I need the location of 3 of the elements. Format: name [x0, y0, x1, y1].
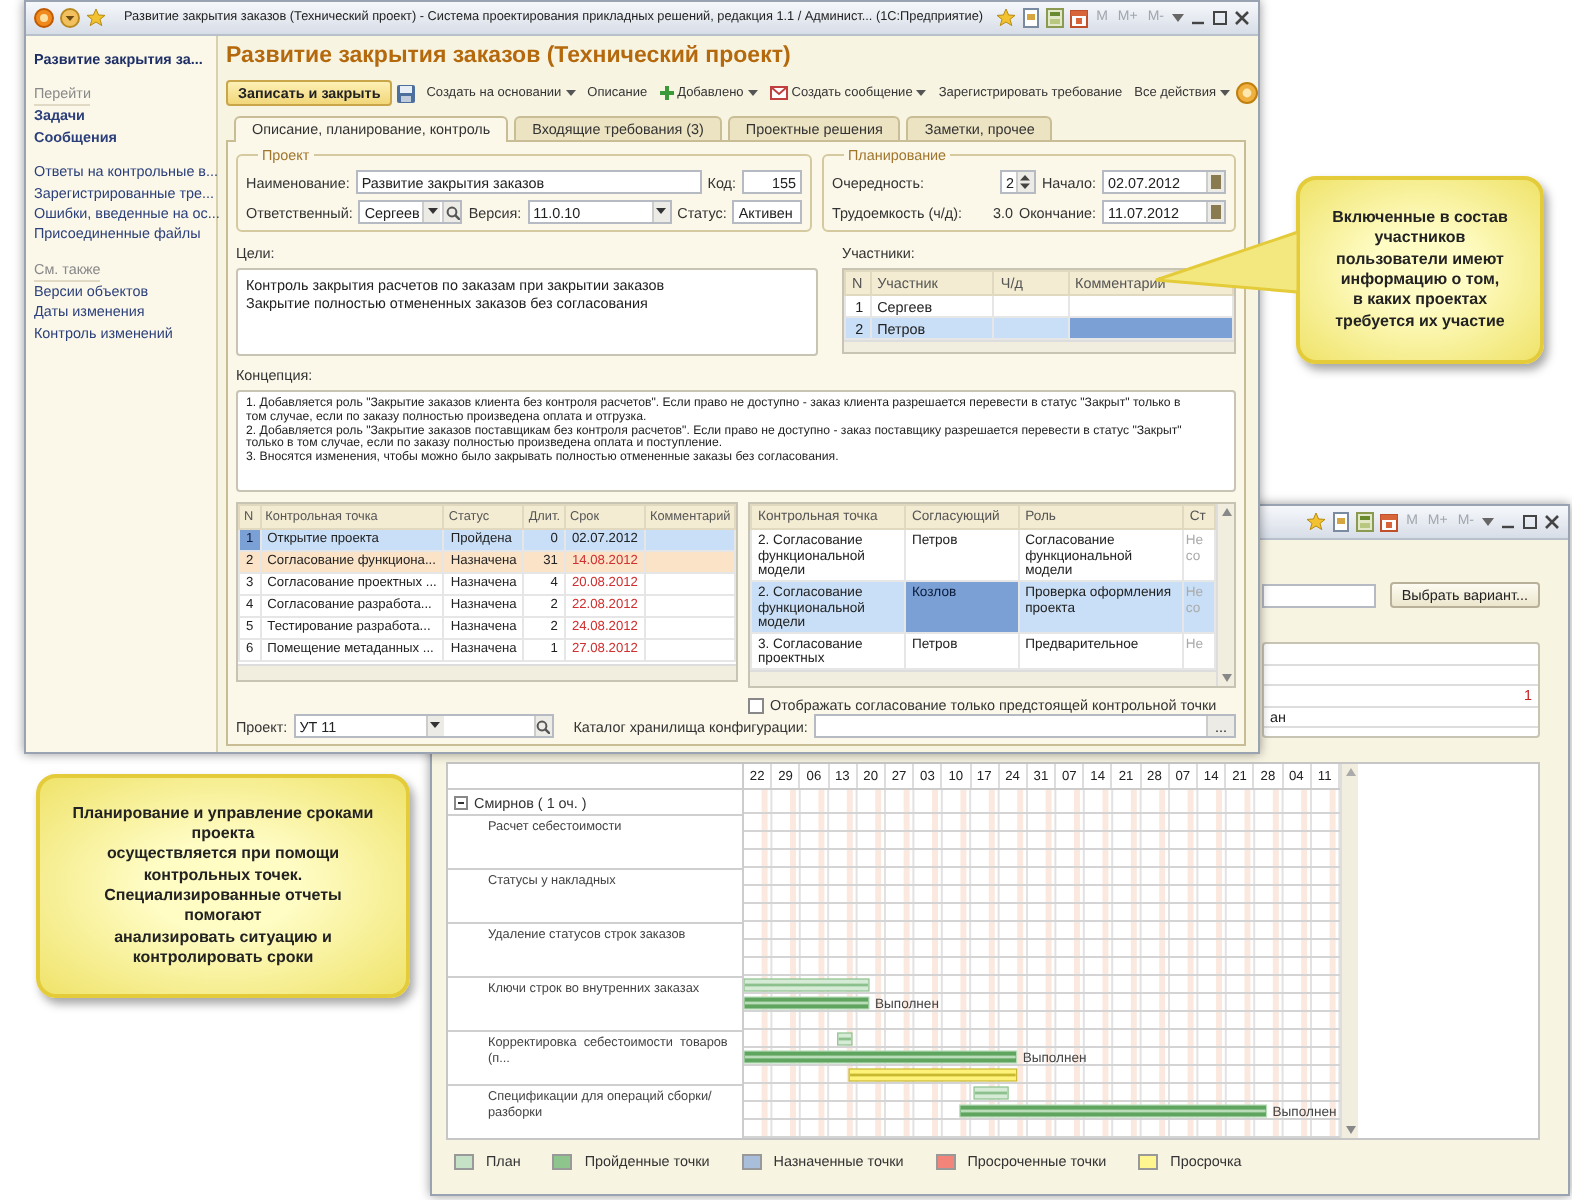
callout: Включенные в состав участников пользователи имеют информацию о том, в каких проектах требуется их участие: [1296, 176, 1544, 364]
form-title: Развитие закрытия заказов (Технический проект): [226, 42, 791, 71]
callout: Планирование и управление сроками проекта осуществляется при помощи контрольных точек. Специализированные отчеты помогают анализировать ситуацию и контролировать сроки: [36, 774, 410, 998]
